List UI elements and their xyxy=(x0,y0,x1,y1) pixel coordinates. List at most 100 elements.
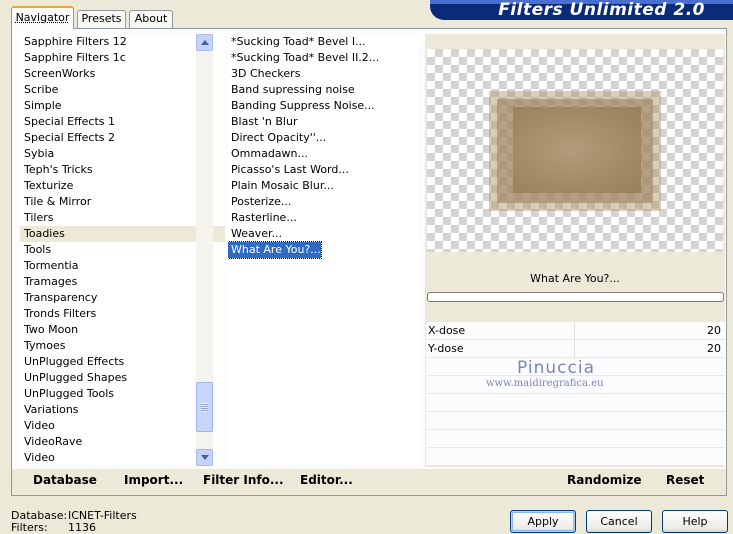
filter-row: Rasterline... xyxy=(228,210,418,226)
param-row-empty xyxy=(426,412,725,430)
param-separator xyxy=(574,340,575,357)
param-value: 20 xyxy=(707,342,721,355)
category-item[interactable]: UnPlugged Effects xyxy=(20,354,225,370)
filter-item[interactable]: Rasterline... xyxy=(228,210,297,226)
category-item[interactable]: Special Effects 2 xyxy=(20,130,225,146)
filter-item[interactable]: What Are You?... xyxy=(228,241,322,259)
category-item[interactable]: Teph's Tricks xyxy=(20,162,225,178)
progress-bar xyxy=(427,292,724,302)
param-row-y-dose[interactable]: Y-dose 20 xyxy=(426,340,725,358)
app-title: Filters Unlimited 2.0 xyxy=(498,0,705,20)
preview-image xyxy=(427,49,723,252)
bottom-toolbar: Database Import... Filter Info... Editor… xyxy=(12,469,726,495)
param-label: Y-dose xyxy=(428,342,464,355)
help-button[interactable]: Help xyxy=(662,510,728,533)
filters-count-value: 1136 xyxy=(68,521,96,534)
category-item[interactable]: Tools xyxy=(20,242,225,258)
chevron-up-icon xyxy=(200,40,209,45)
filter-row: 3D Checkers xyxy=(228,66,418,82)
filter-row: Direct Opacity''... xyxy=(228,130,418,146)
navigator-panel: Sapphire Filters 12 Sapphire Filters 1c Sc… xyxy=(11,28,727,496)
category-item[interactable]: UnPlugged Tools xyxy=(20,386,225,402)
filter-item[interactable]: Posterize... xyxy=(228,194,291,210)
database-button[interactable]: Database xyxy=(33,473,97,487)
filter-row: *Sucking Toad* Bevel I... xyxy=(228,34,418,50)
category-item[interactable]: Tronds Filters xyxy=(20,306,225,322)
category-item[interactable]: Sybia xyxy=(20,146,225,162)
cancel-button[interactable]: Cancel xyxy=(586,510,652,533)
param-row-empty xyxy=(426,394,725,412)
filter-list[interactable]: *Sucking Toad* Bevel I... *Sucking Toad* … xyxy=(228,34,418,467)
filter-row: Posterize... xyxy=(228,194,418,210)
category-item[interactable]: Video xyxy=(20,418,225,434)
filter-row: Blast 'n Blur xyxy=(228,114,418,130)
category-item[interactable]: UnPlugged Shapes xyxy=(20,370,225,386)
filter-item[interactable]: Banding Suppress Noise... xyxy=(228,98,375,114)
filter-item[interactable]: 3D Checkers xyxy=(228,66,300,82)
category-item[interactable]: Variations xyxy=(20,402,225,418)
filter-item[interactable]: Band supressing noise xyxy=(228,82,355,98)
filter-row: Weaver... xyxy=(228,226,418,242)
filter-item[interactable]: Weaver... xyxy=(228,226,282,242)
filter-row: Ommadawn... xyxy=(228,146,418,162)
category-item[interactable]: Special Effects 1 xyxy=(20,114,225,130)
category-item[interactable]: Sapphire Filters 12 xyxy=(20,34,225,50)
category-item[interactable]: Simple xyxy=(20,98,225,114)
filter-item[interactable]: *Sucking Toad* Bevel II.2... xyxy=(228,50,379,66)
category-item[interactable]: Tymoes xyxy=(20,338,225,354)
scroll-up-button[interactable] xyxy=(196,34,213,51)
scroll-thumb[interactable] xyxy=(196,382,213,432)
param-row-empty xyxy=(426,430,725,448)
category-item[interactable]: Tramages xyxy=(20,274,225,290)
category-item[interactable]: Tile & Mirror xyxy=(20,194,225,210)
grip-icon xyxy=(201,403,208,412)
category-item[interactable]: Texturize xyxy=(20,178,225,194)
filters-count-label: Filters: xyxy=(11,521,48,534)
category-item[interactable]: Sapphire Filters 1c xyxy=(20,50,225,66)
filter-row: Band supressing noise xyxy=(228,82,418,98)
filter-info-button[interactable]: Filter Info... xyxy=(203,473,284,487)
apply-button[interactable]: Apply xyxy=(510,510,576,533)
category-item[interactable]: Tormentia xyxy=(20,258,225,274)
tab-about[interactable]: About xyxy=(129,10,173,28)
reset-button[interactable]: Reset xyxy=(666,473,704,487)
category-item[interactable]: Transparency xyxy=(20,290,225,306)
tab-presets[interactable]: Presets xyxy=(77,10,126,28)
filter-item[interactable]: Direct Opacity''... xyxy=(228,130,326,146)
category-item[interactable]: Two Moon xyxy=(20,322,225,338)
filter-row: Plain Mosaic Blur... xyxy=(228,178,418,194)
title-banner: Filters Unlimited 2.0 xyxy=(430,0,733,20)
param-row-empty xyxy=(426,448,725,466)
category-item[interactable]: Tilers xyxy=(20,210,225,226)
param-value: 20 xyxy=(707,324,721,337)
category-item[interactable]: Video xyxy=(20,450,225,466)
filter-item[interactable]: Ommadawn... xyxy=(228,146,308,162)
watermark-name: Pinuccia xyxy=(517,358,595,378)
tab-navigator[interactable]: Navigator xyxy=(11,6,74,29)
filter-item[interactable]: Plain Mosaic Blur... xyxy=(228,178,334,194)
status-area: Database:ICNET-Filters Filters: 1136 xyxy=(11,510,137,534)
category-item[interactable]: VideoRave xyxy=(20,434,225,450)
param-separator xyxy=(574,322,575,339)
scroll-down-button[interactable] xyxy=(196,449,213,466)
category-list[interactable]: Sapphire Filters 12 Sapphire Filters 1c Sc… xyxy=(20,34,225,467)
filter-row: Banding Suppress Noise... xyxy=(228,98,418,114)
filter-item[interactable]: Picasso's Last Word... xyxy=(228,162,349,178)
randomize-button[interactable]: Randomize xyxy=(567,473,641,487)
param-label: X-dose xyxy=(428,324,466,337)
filter-item[interactable]: *Sucking Toad* Bevel I... xyxy=(228,34,366,50)
watermark-url: www.maidiregrafica.eu xyxy=(486,378,604,389)
preview-texture xyxy=(513,107,641,193)
category-item[interactable]: Toadies xyxy=(20,226,225,242)
editor-button[interactable]: Editor... xyxy=(300,473,353,487)
parameter-list: X-dose 20 Y-dose 20 xyxy=(425,322,725,466)
filter-item[interactable]: Blast 'n Blur xyxy=(228,114,297,130)
category-scrollbar[interactable] xyxy=(196,34,213,466)
import-button[interactable]: Import... xyxy=(124,473,183,487)
param-row-x-dose[interactable]: X-dose 20 xyxy=(426,322,725,340)
filter-row: Picasso's Last Word... xyxy=(228,162,418,178)
chevron-down-icon xyxy=(200,455,209,460)
category-item[interactable]: Scribe xyxy=(20,82,225,98)
category-item[interactable]: ScreenWorks xyxy=(20,66,225,82)
preview-pane: What Are You?... X-dose 20 Y-dose 20 xyxy=(425,34,725,467)
